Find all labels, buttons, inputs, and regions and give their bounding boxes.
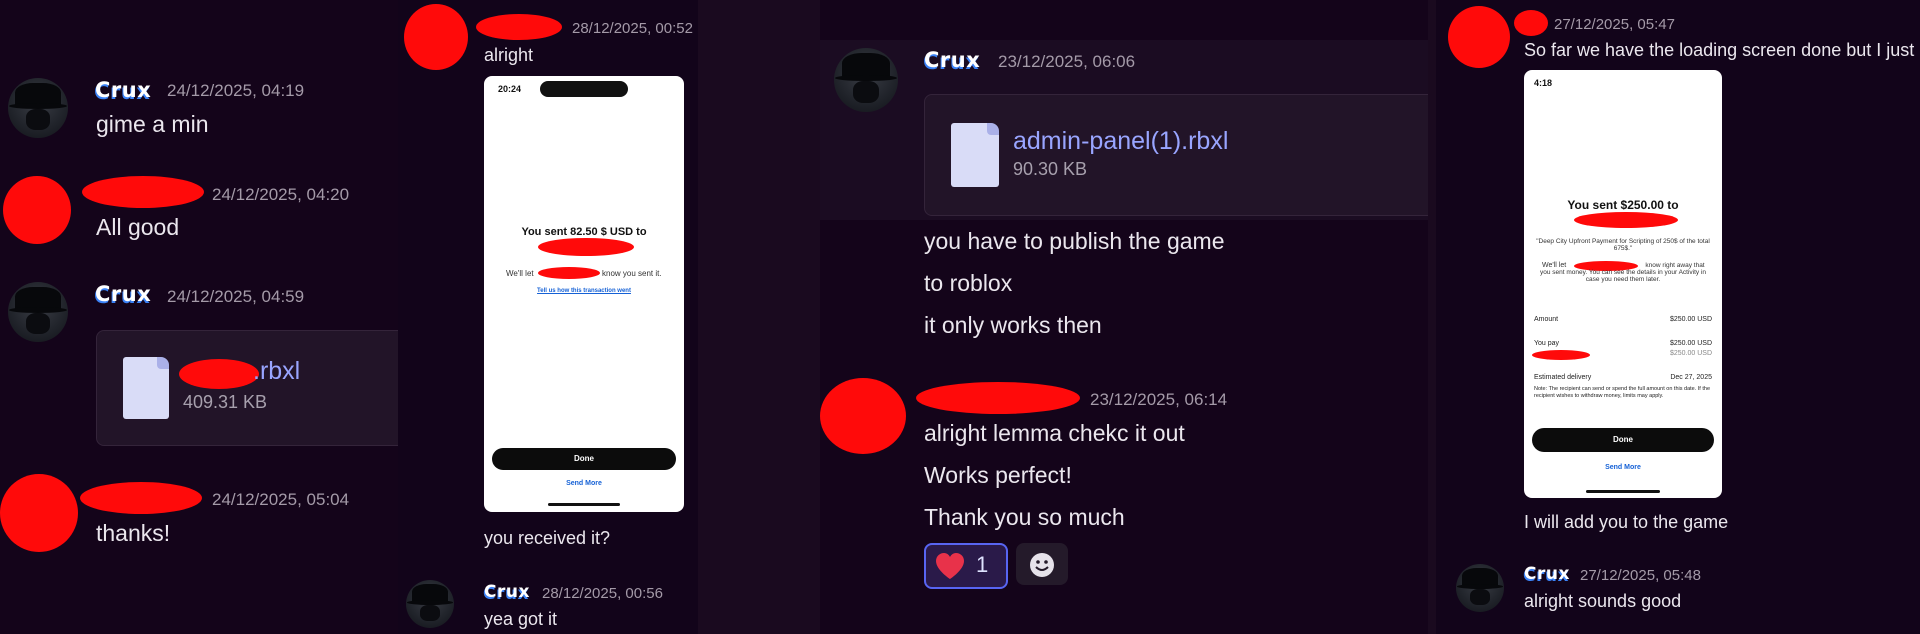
crux-avatar[interactable] [406,580,454,628]
know-text: know right away that you sent money. You… [1539,262,1707,283]
payment-screenshot[interactable]: 4:18 You sent $250.00 to "Deep City Upfr… [1524,70,1722,498]
redacted-avatar [1448,6,1510,68]
reaction-count: 1 [976,552,989,577]
message-text: alright [484,45,534,65]
timestamp: 24/12/2025, 04:19 [167,81,305,100]
redacted-avatar [0,474,78,552]
know-text: know you sent it. [602,269,662,278]
message-text: thanks! [96,520,171,546]
you-pay-value: $250.00 USD [1669,340,1712,347]
redacted-recipient [1574,212,1678,228]
payment-memo: "Deep City Upfront Payment for Scripting… [1536,238,1710,252]
chat-panel-1: Crux 24/12/2025, 04:19 gime a min 24/12/… [0,0,398,634]
message-text: Works perfect! [924,462,1072,488]
file-name[interactable]: .rbxl [253,357,300,386]
amount-label: Amount [1534,316,1559,323]
message-text: to roblox [924,270,1013,296]
redacted-username [1514,10,1548,36]
file-attachment[interactable]: .rbxl 409.31 KB [96,330,398,446]
username[interactable]: Crux [924,48,980,72]
timestamp: 28/12/2025, 00:56 [542,585,663,602]
dynamic-island [540,81,628,97]
file-icon [123,357,169,419]
message-text: gime a min [96,111,209,137]
username[interactable]: Crux [1524,564,1570,584]
chat-panel-2: 28/12/2025, 00:52 alright 20:24 You sent… [398,0,698,634]
timestamp: 28/12/2025, 00:52 [572,20,693,37]
home-indicator [1586,490,1660,493]
send-more-link[interactable]: Send More [484,480,684,487]
message-text: you received it? [484,528,611,548]
redacted-avatar [820,378,906,454]
message-text: So far we have the loading screen done b… [1524,40,1915,60]
sent-amount: You sent 82.50 $ USD to [521,226,647,238]
we-let-text: We'll let [506,269,534,278]
redacted-recipient [538,267,600,279]
redacted-avatar [3,176,71,244]
timestamp: 27/12/2025, 05:48 [1580,567,1701,584]
crux-avatar[interactable] [834,48,898,112]
crux-avatar[interactable] [8,78,68,138]
timestamp: 23/12/2025, 06:14 [1090,390,1228,409]
file-icon [951,123,999,187]
redacted-filename [179,359,259,389]
heart-icon [936,553,964,579]
feedback-link[interactable]: Tell us how this transaction went [484,288,684,294]
message-text: All good [96,214,180,240]
redacted-recipient [538,238,634,256]
timestamp: 23/12/2025, 06:06 [998,52,1136,71]
phone-time: 4:18 [1534,78,1553,88]
chat-panel-3: Crux 23/12/2025, 06:06 admin-panel(1).rb… [820,0,1428,634]
username[interactable]: Crux [95,78,151,102]
done-button[interactable]: Done [492,448,676,470]
heart-reaction[interactable]: 1 [924,543,1008,589]
amount-value: $250.00 USD [1669,316,1712,323]
redacted-avatar [404,4,468,70]
message-text: Thank you so much [924,504,1125,530]
redacted-username [80,482,202,514]
redacted-username [916,382,1080,414]
funding-value: $250.00 USD [1669,350,1712,357]
delivery-label: Estimated delivery [1534,374,1592,381]
file-name[interactable]: admin-panel(1).rbxl [1013,127,1228,156]
file-size: 409.31 KB [183,392,268,412]
redacted-funding-source [1532,350,1590,360]
timestamp: 24/12/2025, 05:04 [212,490,350,509]
message-text: alright sounds good [1524,591,1682,611]
message-text: yea got it [484,609,558,629]
payment-screenshot[interactable]: 20:24 You sent 82.50 $ USD to We'll let … [484,76,684,512]
chat-panel-4: 27/12/2025, 05:47 So far we have the loa… [1436,0,1920,634]
send-more-link[interactable]: Send More [1524,464,1722,471]
phone-time: 20:24 [498,84,522,94]
crux-avatar[interactable] [8,282,68,342]
delivery-value: Dec 27, 2025 [1670,374,1712,381]
sent-amount: You sent $250.00 to [1567,198,1679,212]
redacted-username [82,176,204,208]
username[interactable]: Crux [484,582,530,602]
message-text: alright lemma chekc it out [924,420,1185,446]
crux-avatar[interactable] [1456,564,1504,612]
you-pay-label: You pay [1534,340,1560,347]
smiley-icon [1030,553,1054,577]
home-indicator [548,503,620,506]
username[interactable]: Crux [95,282,151,306]
file-attachment[interactable]: admin-panel(1).rbxl 90.30 KB [924,94,1428,216]
timestamp: 27/12/2025, 05:47 [1554,16,1675,33]
fine-print: Note: The recipient can send or spend th… [1534,386,1711,399]
timestamp: 24/12/2025, 04:59 [167,287,305,306]
message-text: you have to publish the game [924,228,1225,254]
redacted-username [476,14,562,40]
file-size: 90.30 KB [1013,159,1088,179]
done-button[interactable]: Done [1532,428,1714,452]
message-text: it only works then [924,312,1102,338]
timestamp: 24/12/2025, 04:20 [212,185,350,204]
add-reaction-button[interactable] [1016,543,1068,585]
message-text: I will add you to the game [1524,512,1729,532]
